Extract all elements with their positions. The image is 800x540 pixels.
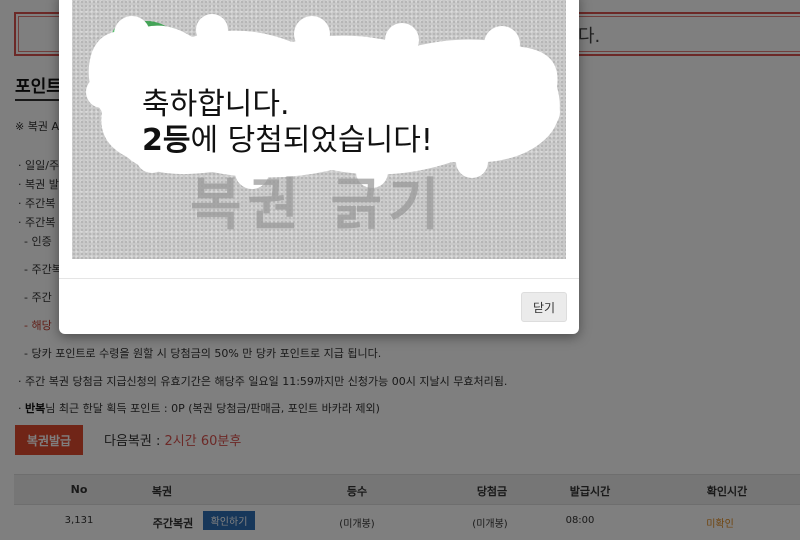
rank-line: 2등에 당첨되었습니다! [142,123,433,158]
scratch-card-title: 복권 긁기 [190,173,446,238]
win-message: 축하합니다. 2등에 당첨되었습니다! [142,87,433,159]
congrats-text: 축하합니다. [142,87,290,122]
win-rank: 2등 [142,123,191,158]
close-button[interactable]: 닫기 [521,292,567,322]
result-modal: 복권 긁기 축하합니다. 2등에 당첨되었습니다! 닫기 [59,0,579,334]
modal-footer [59,278,579,279]
